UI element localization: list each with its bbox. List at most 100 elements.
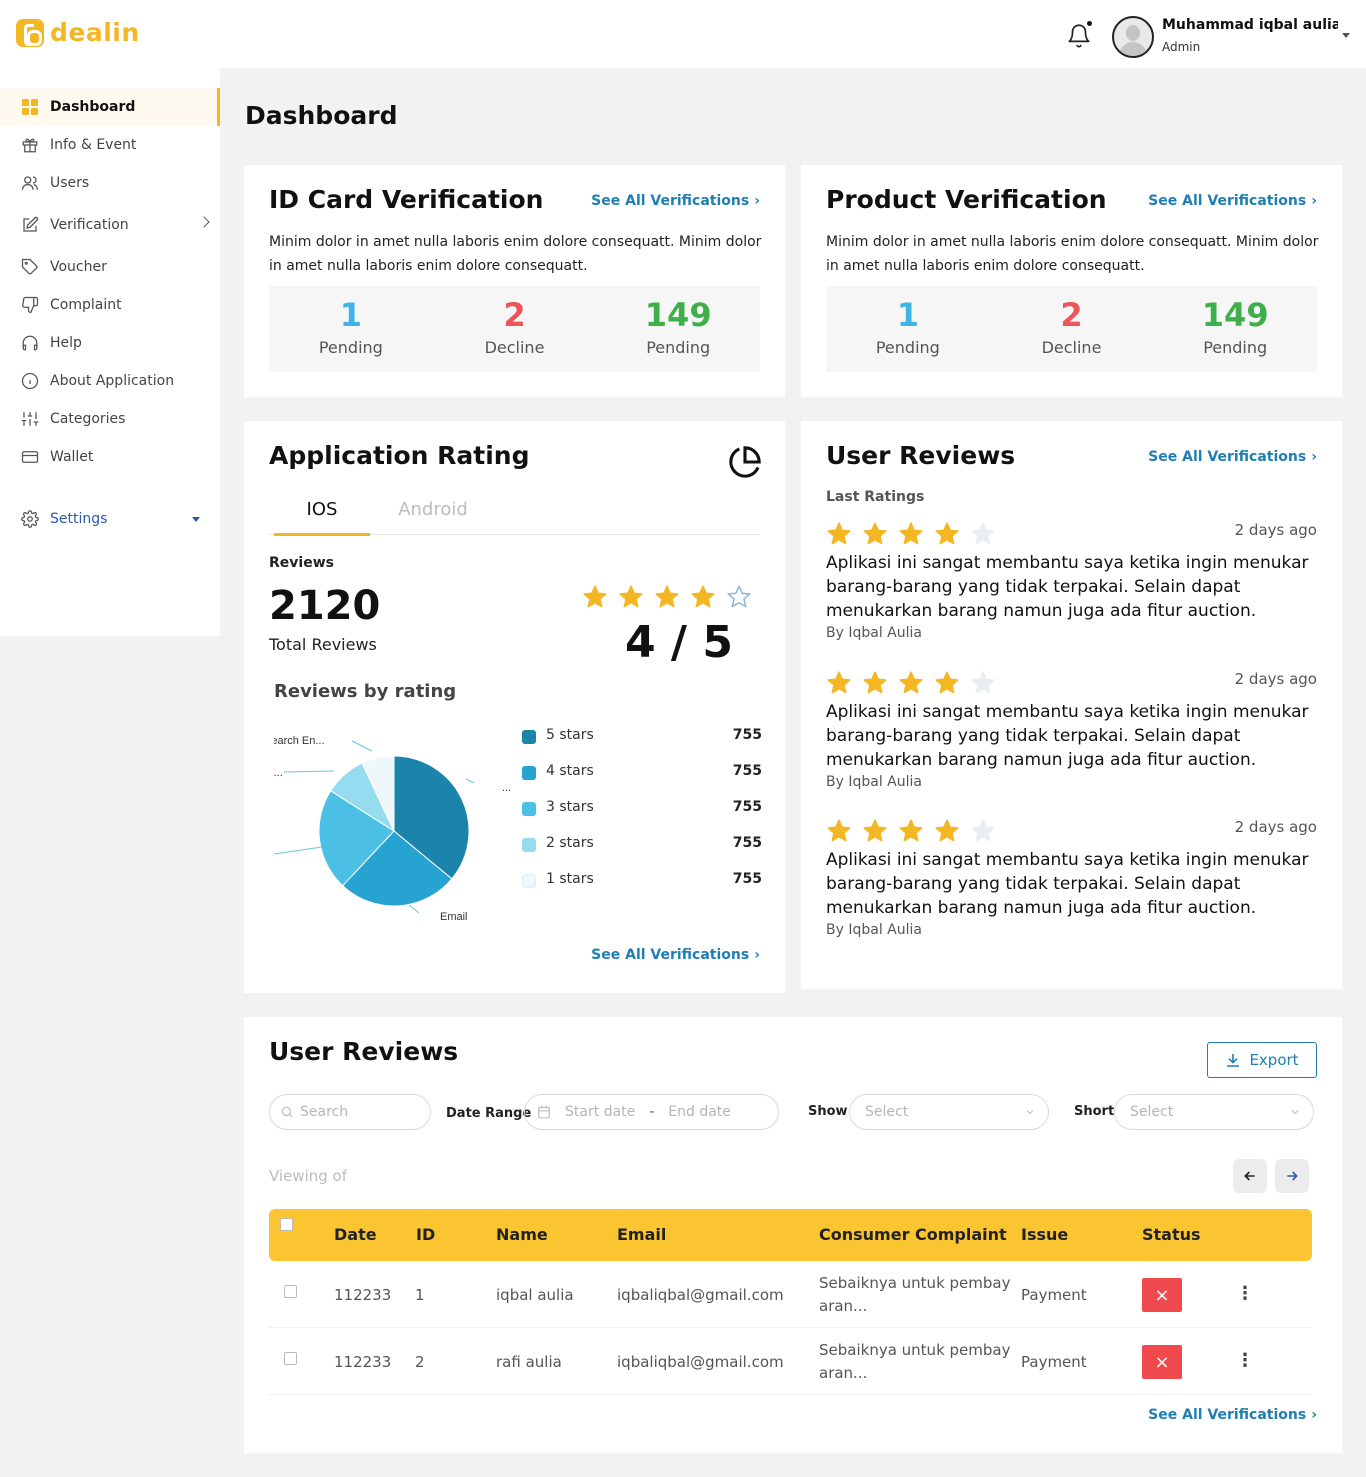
search-input[interactable]: Search [269, 1094, 431, 1130]
stat-pending-total: 149 Pending [1201, 296, 1269, 357]
calendar-icon [538, 1106, 550, 1119]
see-all-link[interactable]: See All Verifications [1148, 449, 1317, 465]
product-verification-card: Product Verification See All Verificatio… [801, 165, 1342, 397]
top-bar: dealin Muhammad iqbal aulia... Admin [0, 0, 1366, 68]
star-filled-icon [898, 670, 934, 700]
column-header-email[interactable]: Email [617, 1225, 666, 1244]
legend-item: 1 stars 755 [522, 871, 762, 907]
chevron-right-icon [198, 216, 210, 228]
page-title: Dashboard [245, 101, 398, 130]
legend-swatch [522, 730, 536, 744]
see-all-link[interactable]: See All Verifications [591, 193, 760, 209]
star-empty-icon [970, 521, 1006, 551]
cell-id: 2 [415, 1353, 425, 1371]
credit-card-icon [20, 447, 40, 467]
stat-decline: 2 Decline [484, 296, 545, 357]
arrow-left-icon [1244, 1171, 1255, 1181]
export-button[interactable]: Export [1207, 1042, 1317, 1078]
star-filled-icon [826, 670, 862, 700]
rating-score: 4 / 5 [625, 617, 733, 668]
user-role: Admin [1162, 40, 1201, 54]
sidebar-item-label: Voucher [50, 259, 107, 275]
total-reviews-count: 2120 [269, 583, 381, 629]
cell-email: iqbaliqbal@gmail.com [617, 1286, 784, 1304]
prev-page-button[interactable] [1233, 1159, 1267, 1193]
tab-ios[interactable]: IOS [274, 499, 370, 536]
see-all-link[interactable]: See All Verifications [1148, 1407, 1317, 1423]
sidebar-item-about[interactable]: About Application [0, 362, 220, 400]
pie-leader-line [283, 770, 335, 773]
column-header-name[interactable]: Name [496, 1225, 548, 1244]
sidebar-item-info-event[interactable]: Info & Event [0, 126, 220, 164]
see-all-link[interactable]: See All Verifications [1148, 193, 1317, 209]
sidebar-item-complaint[interactable]: Complaint [0, 286, 220, 324]
date-range-input[interactable]: Start date - End date [524, 1094, 779, 1130]
star-filled-icon [898, 521, 934, 551]
legend-value: 755 [732, 763, 762, 779]
caret-down-icon [192, 517, 200, 522]
sidebar-item-settings[interactable]: Settings [0, 500, 220, 538]
select-all-checkbox[interactable] [280, 1218, 293, 1231]
pie-leader-line [465, 778, 475, 784]
reviews-pie-chart: Search En...Vi...AEmail... [274, 735, 511, 923]
column-header-status[interactable]: Status [1142, 1225, 1201, 1244]
review-stars [826, 670, 1006, 700]
next-page-button[interactable] [1275, 1159, 1309, 1193]
cell-name: iqbal aulia [496, 1286, 574, 1304]
pie-chart-icon[interactable] [728, 445, 762, 479]
more-options-icon[interactable]: ⋮ [1236, 1350, 1254, 1371]
row-checkbox[interactable] [284, 1352, 297, 1365]
tab-android[interactable]: Android [385, 499, 481, 520]
sidebar-item-label: Help [50, 335, 82, 351]
column-header-id[interactable]: ID [416, 1225, 435, 1244]
star-filled-icon [690, 584, 726, 614]
sidebar-item-verification[interactable]: Verification [0, 206, 220, 244]
user-menu-caret-icon[interactable] [1342, 33, 1350, 38]
chevron-down-icon [1026, 1110, 1034, 1115]
card-title: ID Card Verification [269, 185, 544, 214]
star-filled-icon [826, 521, 862, 551]
sidebar-item-dashboard[interactable]: Dashboard [0, 88, 220, 126]
status-reject-button[interactable]: × [1142, 1278, 1182, 1312]
legend-swatch [522, 802, 536, 816]
see-all-link[interactable]: See All Verifications [591, 947, 760, 963]
application-rating-card: Application Rating IOS Android Reviews 2… [244, 421, 785, 993]
user-name[interactable]: Muhammad iqbal aulia... [1162, 17, 1338, 33]
headphones-icon [20, 333, 40, 353]
review-date: 2 days ago [1234, 818, 1317, 836]
bell-icon[interactable] [1066, 22, 1092, 50]
star-empty-icon [726, 584, 762, 614]
review-text: Aplikasi ini sangat membantu saya ketika… [826, 553, 1309, 621]
star-filled-icon [654, 584, 690, 614]
card-title: Application Rating [269, 441, 530, 470]
gift-icon [20, 135, 40, 155]
sidebar-item-wallet[interactable]: Wallet [0, 438, 220, 476]
table-row: 112233 1 iqbal aulia iqbaliqbal@gmail.co… [269, 1261, 1312, 1328]
column-header-complaint[interactable]: Consumer Complaint [819, 1225, 1007, 1244]
legend-label: 2 stars [546, 835, 594, 851]
logo-icon [16, 18, 44, 47]
legend-item: 5 stars 755 [522, 727, 762, 763]
pie-leader-line [408, 904, 420, 914]
pie-leader-line [274, 846, 323, 855]
more-options-icon[interactable]: ⋮ [1236, 1283, 1254, 1304]
short-select[interactable]: Select [1114, 1094, 1314, 1130]
sidebar-item-users[interactable]: Users [0, 164, 220, 202]
sidebar-item-label: About Application [50, 373, 175, 389]
avatar[interactable] [1112, 16, 1154, 58]
star-filled-icon [934, 670, 970, 700]
column-header-issue[interactable]: Issue [1021, 1225, 1068, 1244]
sidebar-item-categories[interactable]: Categories [0, 400, 220, 438]
sidebar-item-help[interactable]: Help [0, 324, 220, 362]
sidebar-item-voucher[interactable]: Voucher [0, 248, 220, 286]
show-select[interactable]: Select [849, 1094, 1049, 1130]
tag-icon [20, 257, 40, 277]
row-checkbox[interactable] [284, 1285, 297, 1298]
legend-label: 4 stars [546, 763, 594, 779]
cell-date: 112233 [334, 1353, 392, 1371]
pie-label: ... [502, 782, 511, 794]
column-header-date[interactable]: Date [334, 1225, 377, 1244]
status-reject-button[interactable]: × [1142, 1345, 1182, 1379]
notification-dot [1087, 21, 1092, 26]
logo[interactable]: dealin [16, 18, 140, 47]
